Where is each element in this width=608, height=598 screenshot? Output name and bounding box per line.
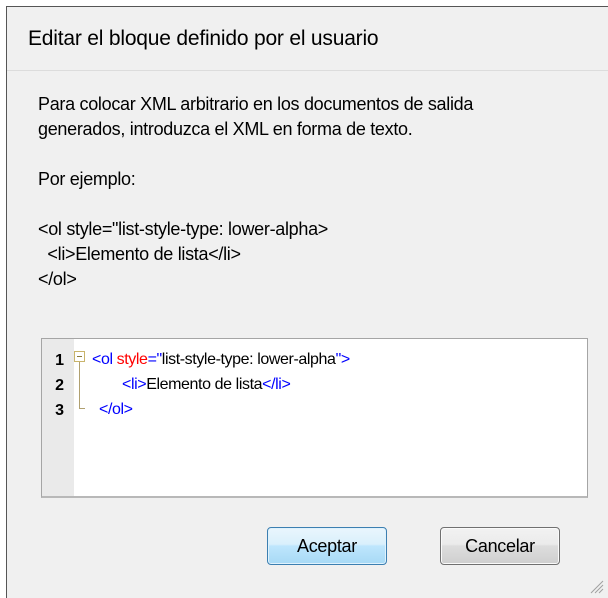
fold-margin: [72, 339, 88, 496]
tag-close-bracket: ">: [335, 351, 351, 368]
cancel-button[interactable]: Cancelar: [440, 527, 560, 565]
attribute-name: style: [116, 351, 148, 368]
code-line-2: <li>Elemento de lista</li>: [122, 376, 291, 394]
resize-grip-icon[interactable]: [588, 578, 604, 594]
tag-close-ol: </ol>: [99, 401, 133, 418]
example-code-line-3: </ol>: [38, 269, 77, 289]
instructions-line-2: generados, introduzca el XML en forma de…: [38, 119, 413, 139]
example-code-line-2: <li>Elemento de lista</li>: [38, 244, 241, 264]
line-number: 3: [55, 402, 64, 419]
line-number: 2: [55, 377, 64, 394]
attribute-equals: =": [147, 351, 163, 368]
attribute-value: list-style-type: lower-alpha: [161, 351, 336, 368]
accept-button[interactable]: Aceptar: [267, 527, 387, 565]
list-item-text: Elemento de lista: [146, 376, 263, 393]
xml-editor[interactable]: 1 2 3 <ol style="list-style-type: lower-…: [41, 338, 588, 498]
line-number: 1: [55, 352, 64, 369]
dialog-titlebar[interactable]: Editar el bloque definido por el usuario: [7, 7, 608, 71]
dialog-title: Editar el bloque definido por el usuario: [28, 27, 379, 50]
tag-open-ol: <ol: [92, 351, 117, 368]
tag-close-li: </li>: [262, 376, 291, 393]
edit-user-block-dialog: Editar el bloque definido por el usuario…: [6, 6, 608, 598]
example-label: Por ejemplo:: [38, 169, 136, 189]
example-code-line-1: <ol style="list-style-type: lower-alpha>: [38, 219, 329, 239]
tag-open-li: <li>: [122, 376, 147, 393]
fold-end-marker: [79, 408, 85, 409]
code-line-3: </ol>: [99, 401, 133, 419]
line-number-gutter: 1 2 3: [42, 339, 74, 496]
instructions-line-1: Para colocar XML arbitrario en los docum…: [38, 94, 474, 114]
fold-guide-line: [79, 362, 80, 408]
code-line-1: <ol style="list-style-type: lower-alpha"…: [92, 351, 350, 369]
collapse-toggle-icon[interactable]: [74, 351, 85, 362]
